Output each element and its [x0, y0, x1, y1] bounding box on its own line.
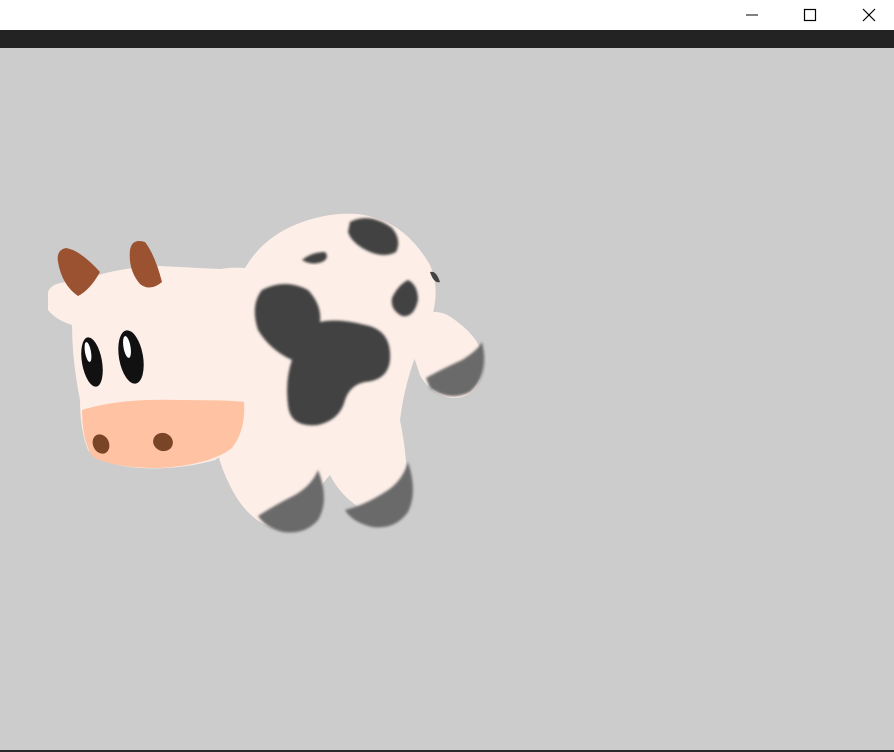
title-bar[interactable]	[0, 0, 894, 30]
maximize-icon	[803, 8, 817, 22]
close-icon	[862, 8, 876, 22]
close-button[interactable]	[846, 0, 892, 30]
app-window	[0, 0, 894, 752]
minimize-button[interactable]	[729, 0, 775, 30]
cow-model	[48, 213, 485, 533]
menu-bar	[0, 30, 894, 48]
render-viewport[interactable]	[0, 48, 894, 750]
minimize-icon	[746, 14, 758, 16]
maximize-button[interactable]	[787, 0, 833, 30]
